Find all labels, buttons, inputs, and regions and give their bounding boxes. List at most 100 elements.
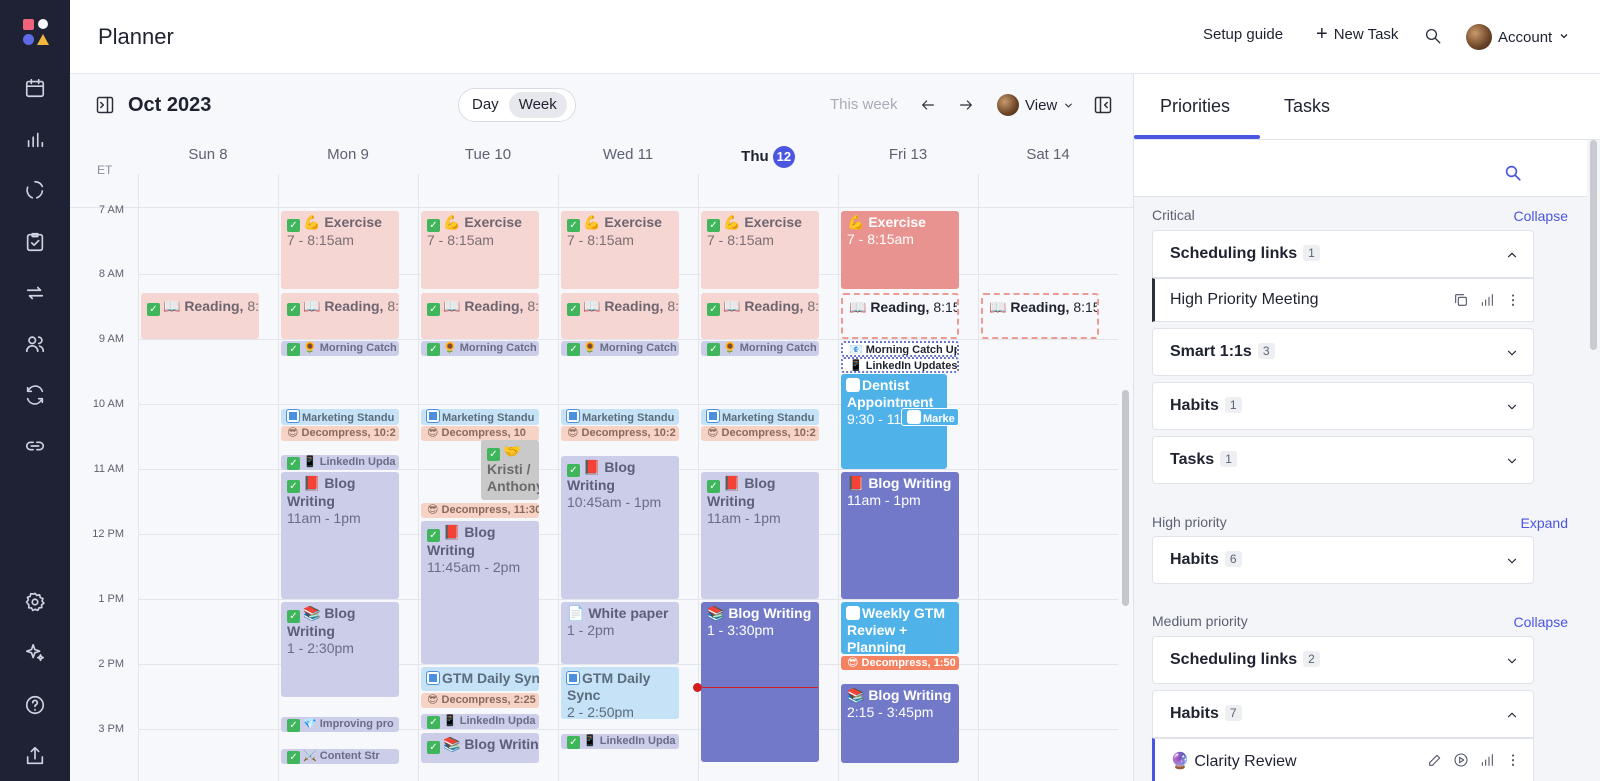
event-linkedin-tue[interactable]: ✓ 📱 LinkedIn Upda (421, 714, 539, 729)
event-decompress-tue[interactable]: 😎 Decompress, 10 (421, 426, 539, 441)
account-menu[interactable]: Account (1466, 24, 1570, 50)
event-blog-mon-1[interactable]: ✓ 📕 Blog Writing 11am - 1pm (281, 472, 399, 599)
share-icon[interactable] (23, 744, 47, 768)
tasks-icon[interactable] (23, 230, 47, 254)
event-blog-tue-2[interactable]: ✓ 📚 Blog Writing (421, 733, 539, 763)
tab-priorities[interactable]: Priorities (1160, 96, 1230, 117)
event-blog-wed[interactable]: ✓ 📕 Blog Writing 10:45am - 1pm (561, 456, 679, 599)
group-habits-high[interactable]: Habits 6 (1152, 536, 1534, 584)
event-exercise-thu[interactable]: ✓ 💪 Exercise 7 - 8:15am (701, 211, 819, 289)
item-high-priority-meeting[interactable]: High Priority Meeting (1152, 278, 1534, 322)
event-marketing-fri[interactable]: Marke (901, 408, 959, 426)
event-decompress-wed[interactable]: 😎 Decompress, 10:2 (561, 426, 679, 441)
event-reading-mon[interactable]: ✓📖 Reading, 8:1 (281, 293, 399, 339)
day-header-mon[interactable]: Mon 9 (278, 146, 418, 163)
arrow-left-icon[interactable] (919, 96, 937, 114)
event-linkedin-mon[interactable]: ✓ 📱 LinkedIn Upda (281, 455, 399, 470)
day-header-tue[interactable]: Tue 10 (418, 146, 558, 163)
view-menu[interactable]: View (997, 93, 1074, 117)
event-linkedin-wed[interactable]: ✓ 📱 LinkedIn Upda (561, 734, 679, 749)
event-morning-catch-tue[interactable]: ✓ 🌻 Morning Catch (421, 341, 539, 356)
event-reading-sat[interactable]: 📖 Reading, 8:15 (981, 293, 1099, 339)
event-blog-mon-2[interactable]: ✓ 📚 Blog Writing 1 - 2:30pm (281, 602, 399, 697)
habits-icon[interactable] (23, 281, 47, 305)
event-blog-fri-1[interactable]: 📕 Blog Writing 11am - 1pm (841, 472, 959, 599)
day-header-sat[interactable]: Sat 14 (978, 146, 1118, 163)
event-reading-tue[interactable]: ✓📖 Reading, 8:1 (421, 293, 539, 339)
day-header-fri[interactable]: Fri 13 (838, 146, 978, 163)
tab-tasks[interactable]: Tasks (1284, 96, 1330, 117)
expand-high-link[interactable]: Expand (1521, 515, 1568, 531)
day-view-button[interactable]: Day (462, 92, 509, 118)
event-linkedin-fri[interactable]: 📱 LinkedIn Updates (841, 357, 959, 373)
event-kristi-anthony[interactable]: ✓ 🤝 Kristi / Anthony (481, 440, 539, 500)
event-decompress-thu[interactable]: 😎 Decompress, 10:2 (701, 426, 819, 441)
calendar-icon[interactable] (23, 76, 47, 100)
sync-icon[interactable] (23, 383, 47, 407)
event-blog-tue[interactable]: ✓ 📕 Blog Writing 11:45am - 2pm (421, 521, 539, 664)
collapse-left-icon[interactable] (95, 95, 115, 115)
event-weekly-gtm[interactable]: Weekly GTM Review + Planning (841, 602, 959, 654)
event-decompress-mon[interactable]: 😎 Decompress, 10:2 (281, 426, 399, 441)
event-improving-mon[interactable]: ✓ 💎 Improving pro (281, 717, 399, 732)
event-gtm-daily-tue[interactable]: GTM Daily Sync (421, 667, 539, 691)
sparkle-icon[interactable] (23, 641, 47, 665)
this-week-button[interactable]: This week (830, 96, 898, 113)
settings-icon[interactable] (23, 590, 47, 614)
arrow-right-icon[interactable] (957, 96, 975, 114)
event-morning-catch-fri[interactable]: 📧 Morning Catch Up (841, 341, 959, 357)
event-marketing-thu[interactable]: Marketing Standu (701, 409, 819, 425)
search-icon[interactable] (1424, 27, 1442, 45)
new-task-button[interactable]: + New Task (1316, 24, 1398, 44)
event-blog-fri-2[interactable]: 📚 Blog Writing 2:15 - 3:45pm (841, 684, 959, 763)
event-decompress-fri[interactable]: 😎 Decompress, 1:50 (841, 656, 959, 670)
event-reading-thu[interactable]: ✓📖 Reading, 8:1 (701, 293, 819, 339)
event-exercise-fri[interactable]: 💪 Exercise 7 - 8:15am (841, 211, 959, 289)
hour-label: 12 PM (92, 528, 124, 540)
group-habits-medium[interactable]: Habits 7 (1152, 690, 1534, 738)
event-decompress-tue-3[interactable]: 😎 Decompress, 2:25 (421, 693, 539, 708)
event-reading-wed[interactable]: ✓📖 Reading, 8:1 (561, 293, 679, 339)
event-blog-thu-1[interactable]: ✓ 📕 Blog Writing 11am - 1pm (701, 472, 819, 599)
event-content-mon[interactable]: ✓ ⚔️ Content Str (281, 749, 399, 764)
event-reading-fri[interactable]: 📖 Reading, 8:15 (841, 293, 959, 339)
event-blog-thu-2[interactable]: 📚 Blog Writing 1 - 3:30pm (701, 602, 819, 762)
event-morning-catch-mon[interactable]: ✓ 🌻 Morning Catch (281, 341, 399, 356)
collapse-right-icon[interactable] (1093, 95, 1113, 115)
calendar-scrollbar[interactable] (1118, 74, 1133, 781)
event-decompress-tue-2[interactable]: 😎 Decompress, 11:30 (421, 503, 539, 518)
event-exercise-tue[interactable]: ✓ 💪 Exercise 7 - 8:15am (421, 211, 539, 289)
team-icon[interactable] (23, 332, 47, 356)
group-scheduling-links-medium[interactable]: Scheduling links 2 (1152, 636, 1534, 684)
link-icon[interactable] (23, 434, 47, 458)
event-morning-catch-thu[interactable]: ✓ 🌻 Morning Catch (701, 341, 819, 356)
event-white-paper[interactable]: 📄 White paper 1 - 2pm (561, 602, 679, 664)
week-view-button[interactable]: Week (508, 92, 567, 118)
event-marketing-mon[interactable]: Marketing Standu (281, 409, 399, 425)
event-morning-catch-wed[interactable]: ✓ 🌻 Morning Catch (561, 341, 679, 356)
priorities-search-bar[interactable] (1134, 140, 1587, 197)
focus-icon[interactable] (23, 178, 47, 202)
item-clarity-review[interactable]: 🔮 Clarity Review (1152, 738, 1534, 781)
event-reading-sun[interactable]: ✓📖 Reading, 8:1 (141, 293, 259, 339)
app-logo-icon[interactable] (22, 18, 50, 46)
setup-guide-link[interactable]: Setup guide (1203, 26, 1283, 43)
group-scheduling-links[interactable]: Scheduling links 1 (1152, 230, 1534, 278)
event-exercise-wed[interactable]: ✓ 💪 Exercise 7 - 8:15am (561, 211, 679, 289)
group-tasks-critical[interactable]: Tasks 1 (1152, 436, 1534, 484)
collapse-medium-link[interactable]: Collapse (1514, 614, 1568, 630)
search-icon[interactable] (1504, 164, 1522, 182)
group-habits-critical[interactable]: Habits 1 (1152, 382, 1534, 430)
event-exercise-mon[interactable]: ✓ 💪 Exercise 7 - 8:15am (281, 211, 399, 289)
collapse-critical-link[interactable]: Collapse (1514, 208, 1568, 224)
day-header-thu[interactable]: Thu 12 (698, 146, 838, 168)
event-marketing-tue[interactable]: Marketing Standu (421, 409, 539, 425)
analytics-icon[interactable] (23, 127, 47, 151)
panel-scrollbar[interactable] (1590, 140, 1597, 781)
group-smart-1-1s[interactable]: Smart 1:1s 3 (1152, 328, 1534, 376)
day-header-sun[interactable]: Sun 8 (138, 146, 278, 163)
event-gtm-daily-wed[interactable]: GTM Daily Sync 2 - 2:50pm (561, 667, 679, 719)
event-marketing-wed[interactable]: Marketing Standu (561, 409, 679, 425)
help-icon[interactable] (23, 693, 47, 717)
day-header-wed[interactable]: Wed 11 (558, 146, 698, 163)
